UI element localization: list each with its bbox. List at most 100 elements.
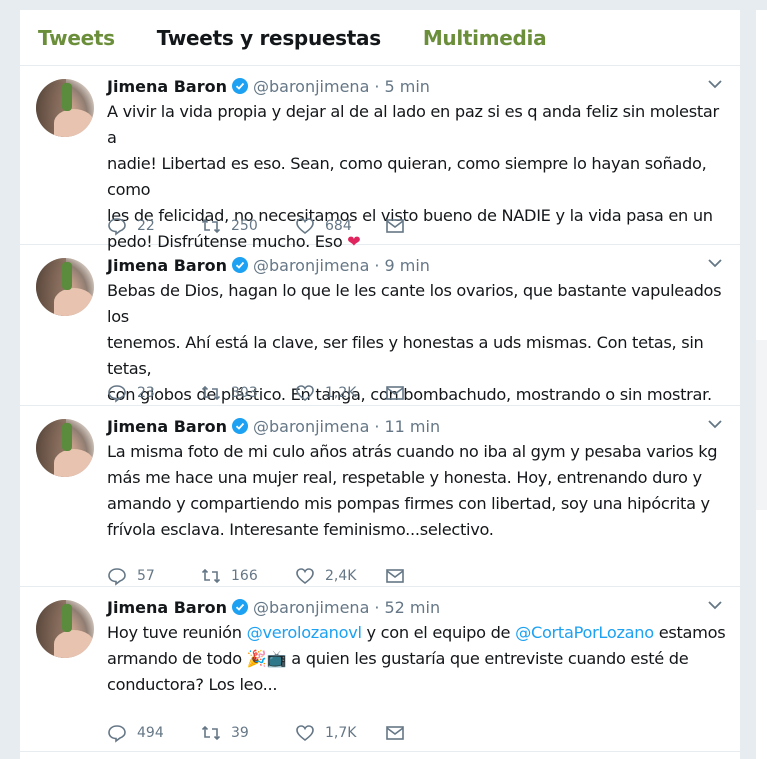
tweet-time[interactable]: 52 min (384, 598, 440, 617)
tweet-header: Jimena Baron @baronjimena · 5 min (107, 75, 430, 97)
chevron-down-icon[interactable] (708, 79, 722, 89)
heart-icon (296, 385, 314, 402)
tweet-actions: 23 303 1,2K (107, 382, 405, 404)
dot-separator: · (374, 597, 380, 617)
like-count: 1,2K (325, 385, 357, 401)
tweet-line: amando y compartiendo mis pompas firmes … (107, 494, 710, 513)
reply-button[interactable]: 494 (107, 723, 201, 743)
timeline: Tweets Tweets y respuestas Multimedia Ji… (20, 10, 740, 759)
like-button[interactable]: 684 (295, 216, 385, 236)
tweet-line: más me hace una mujer real, respetable y… (107, 468, 702, 487)
tweet-header: Jimena Baron @baronjimena · 11 min (107, 415, 440, 437)
like-button[interactable]: 2,4K (295, 566, 385, 586)
tweet-line: A vivir la vida propia y dejar al de al … (107, 102, 719, 147)
tab-tweets[interactable]: Tweets (38, 26, 115, 50)
retweet-icon (201, 725, 221, 741)
author-name[interactable]: Jimena Baron (107, 417, 227, 436)
reply-icon (108, 385, 126, 403)
dot-separator: · (374, 76, 380, 96)
chevron-down-icon[interactable] (708, 600, 722, 610)
tweet-line: Hoy tuve reunión @verolozanovl y con el … (107, 623, 726, 642)
retweet-count: 166 (231, 568, 258, 584)
mention-link[interactable]: @verolozanovl (247, 623, 362, 642)
reply-count: 57 (137, 568, 155, 584)
retweet-icon (201, 218, 221, 234)
tab-tweets-y-respuestas[interactable]: Tweets y respuestas (157, 26, 381, 50)
dm-button[interactable] (385, 723, 405, 743)
author-name[interactable]: Jimena Baron (107, 77, 227, 96)
author-handle[interactable]: @baronjimena (253, 77, 369, 96)
reply-icon (108, 725, 126, 743)
dm-button[interactable] (385, 566, 405, 586)
verified-badge-icon (231, 78, 248, 94)
tweet[interactable]: Jimena Baron @baronjimena · 9 min Bebas … (20, 246, 740, 406)
retweet-icon (201, 568, 221, 584)
retweet-button[interactable]: 250 (201, 216, 295, 236)
tweet[interactable]: Jimena Baron @baronjimena · 11 min La mi… (20, 407, 740, 587)
envelope-icon (386, 219, 404, 233)
tab-multimedia[interactable]: Multimedia (423, 26, 547, 50)
verified-badge-icon (231, 418, 248, 434)
reply-icon (108, 568, 126, 586)
reply-button[interactable]: 23 (107, 383, 201, 403)
avatar[interactable] (36, 600, 94, 658)
dm-button[interactable] (385, 383, 405, 403)
retweet-count: 39 (231, 725, 249, 741)
retweet-button[interactable]: 166 (201, 566, 295, 586)
profile-tabs: Tweets Tweets y respuestas Multimedia (20, 10, 740, 66)
tweet-header: Jimena Baron @baronjimena · 9 min (107, 254, 430, 276)
verified-badge-icon (231, 257, 248, 273)
retweet-count: 303 (231, 385, 258, 401)
mention-link[interactable]: @CortaPorLozano (515, 623, 654, 642)
tweet-line: nadie! Libertad es eso. Sean, como quier… (107, 154, 707, 199)
dot-separator: · (374, 416, 380, 436)
next-tweet-partial[interactable] (20, 753, 740, 759)
envelope-icon (386, 569, 404, 583)
tweet-line: Bebas de Dios, hagan lo que le les cante… (107, 281, 722, 326)
tweet-time[interactable]: 5 min (384, 77, 429, 96)
author-name[interactable]: Jimena Baron (107, 256, 227, 275)
author-handle[interactable]: @baronjimena (253, 417, 369, 436)
avatar[interactable] (36, 419, 94, 477)
envelope-icon (386, 386, 404, 400)
heart-icon (296, 218, 314, 235)
author-handle[interactable]: @baronjimena (253, 598, 369, 617)
tweet-header: Jimena Baron @baronjimena · 52 min (107, 596, 440, 618)
dm-button[interactable] (385, 216, 405, 236)
like-count: 1,7K (325, 725, 357, 741)
tweet-text: Hoy tuve reunión @verolozanovl y con el … (107, 620, 729, 698)
verified-badge-icon (231, 599, 248, 615)
party-tv-emoji: 🎉📺 (246, 649, 287, 668)
reply-count: 23 (137, 385, 155, 401)
reply-icon (108, 218, 126, 236)
avatar[interactable] (36, 258, 94, 316)
right-panel (756, 10, 767, 759)
chevron-down-icon[interactable] (708, 258, 722, 268)
like-count: 2,4K (325, 568, 357, 584)
tweet-time[interactable]: 9 min (384, 256, 429, 275)
like-count: 684 (325, 218, 352, 234)
tweet[interactable]: Jimena Baron @baronjimena · 52 min Hoy t… (20, 588, 740, 752)
like-button[interactable]: 1,2K (295, 383, 385, 403)
retweet-button[interactable]: 39 (201, 723, 295, 743)
right-panel-shade (756, 340, 767, 510)
like-button[interactable]: 1,7K (295, 723, 385, 743)
tweet-time[interactable]: 11 min (384, 417, 440, 436)
reply-count: 22 (137, 218, 155, 234)
author-name[interactable]: Jimena Baron (107, 598, 227, 617)
heart-icon (296, 568, 314, 585)
tweet-actions: 22 250 684 (107, 215, 405, 237)
reply-count: 494 (137, 725, 164, 741)
tweet-line: frívola esclava. Interesante feminismo..… (107, 520, 494, 539)
heart-icon (296, 725, 314, 742)
dot-separator: · (374, 255, 380, 275)
envelope-icon (386, 726, 404, 740)
reply-button[interactable]: 22 (107, 216, 201, 236)
avatar[interactable] (36, 79, 94, 137)
retweet-button[interactable]: 303 (201, 383, 295, 403)
right-sidebar (754, 0, 767, 759)
reply-button[interactable]: 57 (107, 566, 201, 586)
tweet[interactable]: Jimena Baron @baronjimena · 5 min A vivi… (20, 67, 740, 251)
author-handle[interactable]: @baronjimena (253, 256, 369, 275)
chevron-down-icon[interactable] (708, 419, 722, 429)
